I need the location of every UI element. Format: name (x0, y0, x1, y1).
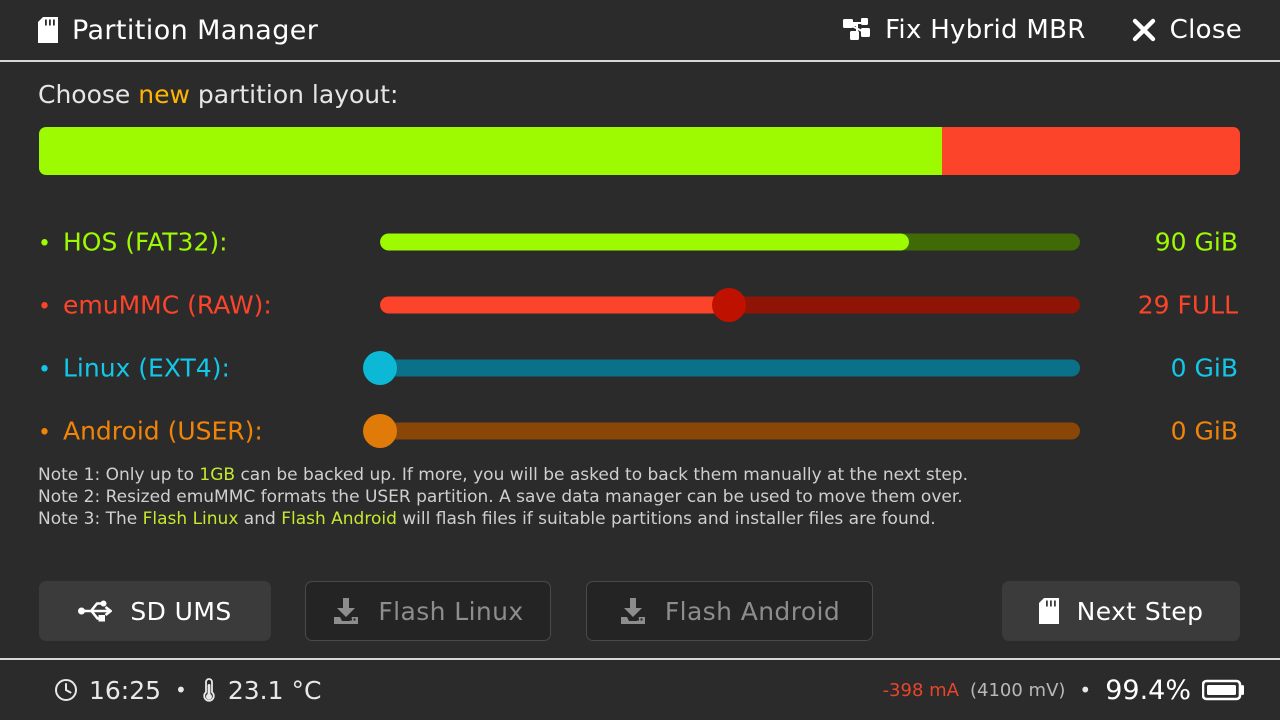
fix-hybrid-mbr-button[interactable]: Fix Hybrid MBR (843, 15, 1086, 45)
note-text: Note 1: Only up to (38, 465, 200, 485)
flash-linux-button: Flash Linux (305, 581, 551, 641)
partition-label-linux: • Linux (EXT4): (38, 353, 230, 382)
note-highlight: 1GB (199, 465, 236, 485)
bullet-icon: • (38, 357, 51, 382)
status-temperature: 23.1 °C (227, 675, 322, 705)
thermometer-icon (201, 677, 217, 703)
partition-label-text: Linux (EXT4): (62, 353, 230, 382)
bullet-icon: • (38, 420, 51, 445)
slider-fill-emummc (380, 296, 729, 313)
note-highlight: Flash Linux (142, 509, 239, 529)
notes-block: Note 1: Only up to 1GB can be backed up.… (38, 464, 968, 530)
status-separator-2: • (1079, 678, 1092, 702)
window-header: Partition Manager Fix Hybrid MBR Close (0, 0, 1280, 62)
download-install-icon (332, 597, 360, 625)
status-battery-percent: 99.4% (1105, 674, 1191, 706)
partition-label-android: • Android (USER): (38, 416, 263, 445)
partition-value-emummc: 29 FULL (1137, 290, 1238, 319)
note-line-3: Note 3: The Flash Linux and Flash Androi… (38, 508, 968, 530)
note-line-1: Note 1: Only up to 1GB can be backed up.… (38, 464, 968, 486)
note-text: can be backed up. If more, you will be a… (235, 465, 969, 485)
next-step-button[interactable]: Next Step (1002, 581, 1240, 641)
partition-slider-android[interactable] (363, 413, 1080, 448)
header-actions: Fix Hybrid MBR Close (843, 0, 1242, 60)
close-button[interactable]: Close (1132, 15, 1242, 45)
note-text: Note 2: Resized emuMMC formats the USER … (38, 487, 963, 507)
sd-card-icon (1038, 598, 1059, 624)
partition-value-linux: 0 GiB (1170, 353, 1238, 382)
partition-slider-list: • HOS (FAT32): 90 GiB • emuMMC (RAW): 29 FULL… (0, 210, 1280, 462)
partition-manager-window: Partition Manager Fix Hybrid MBR Close C… (0, 0, 1280, 720)
download-install-icon (619, 597, 647, 625)
sd-card-icon (38, 17, 58, 43)
partition-layout-bar (39, 127, 1240, 175)
window-title: Partition Manager (38, 0, 318, 60)
fix-hybrid-mbr-label: Fix Hybrid MBR (885, 15, 1086, 45)
status-voltage: (4100 mV) (969, 679, 1066, 701)
note-text: Note 3: The (38, 509, 143, 529)
layout-segment-hos (39, 127, 943, 175)
layout-segment-emummc (942, 127, 1240, 175)
close-label: Close (1169, 15, 1242, 45)
prompt-suffix: partition layout: (189, 80, 399, 109)
status-time: 16:25 (89, 675, 162, 705)
bullet-icon: • (38, 294, 51, 319)
bullet-icon: • (38, 231, 51, 256)
status-right-group: -398 mA (4100 mV) • 99.4% (883, 660, 1246, 720)
prompt-prefix: Choose (38, 80, 139, 109)
slider-track-hos[interactable] (380, 233, 1080, 250)
close-x-icon (1132, 18, 1156, 42)
slider-track-android[interactable] (380, 422, 1080, 439)
sd-ums-button[interactable]: SD UMS (39, 581, 271, 641)
choose-layout-prompt: Choose new partition layout: (38, 80, 398, 109)
flash-linux-label: Flash Linux (378, 596, 524, 626)
partition-row-android: • Android (USER): 0 GiB (0, 399, 1280, 462)
clock-icon (54, 678, 78, 702)
slider-knob-linux[interactable] (363, 350, 397, 385)
partition-label-text: HOS (FAT32): (62, 227, 228, 256)
status-bar: 16:25 • 23.1 °C -398 mA (4100 mV) • 99.4… (0, 658, 1280, 720)
status-left-group: 16:25 • 23.1 °C (54, 660, 321, 720)
usb-icon (78, 598, 113, 624)
note-text: will flash files if suitable partitions … (396, 509, 936, 529)
slider-fill-hos (380, 233, 909, 250)
slider-knob-android[interactable] (363, 413, 397, 448)
partition-slider-hos[interactable] (380, 225, 1080, 259)
partition-slider-linux[interactable] (363, 350, 1080, 385)
partition-row-hos: • HOS (FAT32): 90 GiB (0, 210, 1280, 273)
prompt-highlight: new (138, 80, 190, 109)
note-line-2: Note 2: Resized emuMMC formats the USER … (38, 486, 968, 508)
partition-row-linux: • Linux (EXT4): 0 GiB (0, 336, 1280, 399)
partition-label-text: Android (USER): (62, 416, 263, 445)
battery-full-icon (1201, 678, 1246, 702)
partition-label-hos: • HOS (FAT32): (38, 227, 228, 256)
partition-slider-emummc[interactable] (380, 287, 1080, 322)
window-title-text: Partition Manager (72, 14, 319, 46)
flash-android-label: Flash Android (664, 596, 841, 626)
partition-row-emummc: • emuMMC (RAW): 29 FULL (0, 273, 1280, 336)
status-current: -398 mA (882, 679, 959, 701)
status-separator-1: • (175, 678, 187, 702)
partition-label-text: emuMMC (RAW): (62, 290, 272, 319)
partition-tree-icon (843, 17, 871, 43)
note-text: and (238, 509, 282, 529)
action-button-bar: SD UMS Flash Linux Flash Android Next Step (0, 581, 1280, 641)
slider-knob-emummc[interactable] (711, 287, 746, 322)
partition-value-hos: 90 GiB (1154, 227, 1238, 256)
partition-value-android: 0 GiB (1170, 416, 1238, 445)
sd-ums-label: SD UMS (130, 596, 232, 626)
partition-label-emummc: • emuMMC (RAW): (38, 290, 272, 319)
note-highlight: Flash Android (281, 509, 397, 529)
next-step-label: Next Step (1076, 596, 1204, 626)
slider-track-linux[interactable] (380, 359, 1080, 376)
flash-android-button: Flash Android (586, 581, 873, 641)
